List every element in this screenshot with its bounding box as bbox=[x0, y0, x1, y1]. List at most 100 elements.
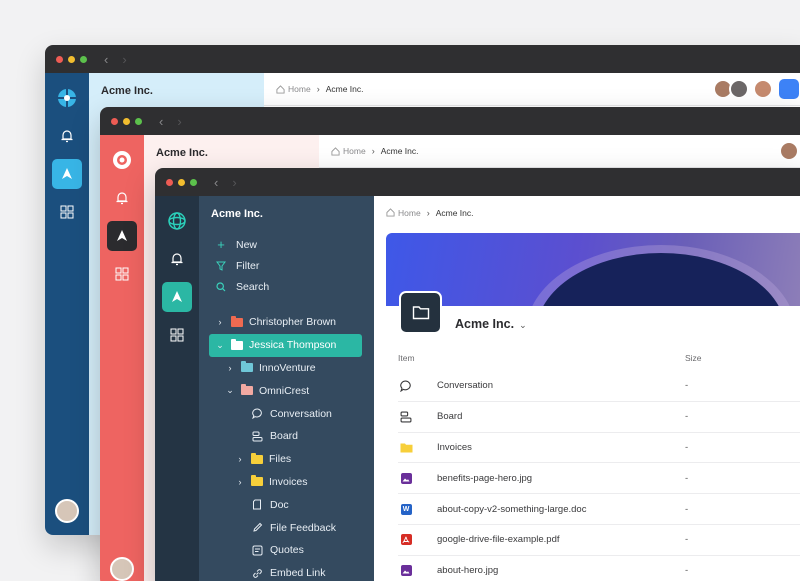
row-size: - bbox=[685, 534, 689, 546]
close-window-button[interactable] bbox=[56, 55, 63, 63]
tree-item-christopher-brown[interactable]: › Christopher Brown bbox=[209, 311, 362, 334]
chevron-down-icon: ⌄ bbox=[519, 320, 527, 330]
home-icon bbox=[276, 84, 285, 94]
tree-item-files[interactable]: › Files bbox=[209, 448, 362, 471]
bell-icon[interactable] bbox=[162, 244, 192, 274]
table-row[interactable]: Board - bbox=[398, 402, 800, 433]
row-name: Invoices bbox=[437, 441, 472, 453]
minimize-window-button[interactable] bbox=[68, 55, 75, 63]
workspace-dropdown[interactable]: Acme Inc. ⌄ bbox=[455, 317, 527, 331]
avatar[interactable] bbox=[779, 141, 799, 161]
chevron-right-icon[interactable]: › bbox=[235, 454, 245, 464]
workspace-folder-icon bbox=[399, 291, 442, 334]
folder-icon bbox=[251, 475, 263, 487]
breadcrumb: Home › Acme Inc. bbox=[319, 135, 800, 168]
rocket-icon[interactable] bbox=[52, 159, 82, 189]
back-arrow-icon[interactable]: ‹ bbox=[214, 175, 218, 190]
folder-icon bbox=[251, 452, 263, 464]
forward-arrow-icon[interactable]: › bbox=[122, 52, 126, 67]
back-arrow-icon[interactable]: ‹ bbox=[104, 52, 108, 67]
board-icon bbox=[399, 410, 413, 424]
filter-label: Filter bbox=[236, 259, 260, 272]
rocket-icon[interactable] bbox=[162, 282, 192, 312]
tree-item-label: Embed Link bbox=[270, 567, 326, 580]
rocket-icon[interactable] bbox=[107, 221, 137, 251]
row-name: about-hero.jpg bbox=[437, 565, 499, 577]
new-button[interactable]: + New bbox=[215, 234, 269, 255]
table-row[interactable]: benefits-page-hero.jpg - bbox=[398, 463, 800, 495]
side-panel: Acme Inc. + New Filter Search › Christop… bbox=[199, 196, 374, 581]
close-window-button[interactable] bbox=[111, 117, 118, 125]
table-row[interactable]: about-hero.jpg - bbox=[398, 556, 800, 581]
tree-item-omnicrest[interactable]: ⌄ OmniCrest bbox=[209, 379, 362, 402]
tree-item-jessica-thompson[interactable]: ⌄ Jessica Thompson bbox=[209, 333, 362, 357]
chevron-right-icon: › bbox=[316, 84, 320, 94]
maximize-window-button[interactable] bbox=[190, 178, 197, 186]
main-content: Acme Inc. ⌄ Item Size Conversation - Boar… bbox=[386, 229, 800, 581]
table-row[interactable]: google-drive-file-example.pdf - bbox=[398, 525, 800, 556]
minimize-window-button[interactable] bbox=[123, 117, 130, 125]
icon-rail bbox=[45, 73, 89, 535]
chevron-right-icon[interactable]: › bbox=[215, 317, 225, 327]
breadcrumb-home[interactable]: Home bbox=[398, 208, 421, 218]
row-size: - bbox=[685, 565, 689, 577]
avatar[interactable] bbox=[729, 79, 749, 99]
tree-item-quotes[interactable]: Quotes bbox=[209, 539, 362, 562]
avatar[interactable] bbox=[753, 79, 773, 99]
filter-button[interactable]: Filter bbox=[215, 255, 269, 276]
share-button[interactable] bbox=[779, 79, 799, 99]
tree-item-board[interactable]: Board bbox=[209, 425, 362, 448]
row-size: - bbox=[685, 503, 689, 515]
back-arrow-icon[interactable]: ‹ bbox=[159, 114, 163, 129]
grid-icon[interactable] bbox=[107, 259, 137, 289]
tree-item-conversation[interactable]: Conversation bbox=[209, 402, 362, 425]
column-item[interactable]: Item bbox=[398, 353, 415, 363]
tree-item-label: File Feedback bbox=[270, 521, 336, 534]
plus-icon: + bbox=[217, 237, 225, 252]
breadcrumb-home[interactable]: Home bbox=[343, 146, 366, 156]
folder-icon bbox=[241, 361, 253, 373]
bell-icon[interactable] bbox=[52, 121, 82, 151]
forward-arrow-icon[interactable]: › bbox=[177, 114, 181, 129]
tree-item-label: Christopher Brown bbox=[249, 316, 336, 329]
table-row[interactable]: Conversation - bbox=[398, 371, 800, 402]
grid-icon[interactable] bbox=[52, 197, 82, 227]
user-avatar[interactable] bbox=[55, 499, 79, 523]
search-button[interactable]: Search bbox=[215, 276, 269, 297]
tree-item-innoventure[interactable]: › InnoVenture bbox=[209, 357, 362, 380]
row-size: - bbox=[685, 472, 689, 484]
tree-item-label: OmniCrest bbox=[259, 384, 310, 397]
chevron-down-icon[interactable]: ⌄ bbox=[225, 385, 235, 396]
image-file-icon bbox=[399, 564, 413, 578]
cover-image bbox=[386, 233, 800, 306]
folder-tree: › Christopher Brown ⌄ Jessica Thompson ›… bbox=[209, 311, 362, 581]
table-row[interactable]: Invoices - bbox=[398, 433, 800, 464]
tree-item-file-feedback[interactable]: File Feedback bbox=[209, 516, 362, 539]
filter-icon bbox=[215, 261, 227, 271]
tree-item-invoices[interactable]: › Invoices bbox=[209, 471, 362, 494]
chevron-right-icon[interactable]: › bbox=[225, 363, 235, 373]
tree-item-doc[interactable]: Doc bbox=[209, 493, 362, 516]
grid-icon[interactable] bbox=[162, 320, 192, 350]
tree-item-label: Jessica Thompson bbox=[249, 339, 337, 352]
chevron-right-icon[interactable]: › bbox=[235, 477, 245, 487]
forward-arrow-icon[interactable]: › bbox=[232, 175, 236, 190]
image-badge bbox=[400, 472, 412, 484]
minimize-window-button[interactable] bbox=[178, 178, 185, 186]
chevron-down-icon[interactable]: ⌄ bbox=[215, 340, 225, 351]
column-size[interactable]: Size bbox=[685, 353, 702, 363]
user-avatar[interactable] bbox=[110, 557, 134, 581]
close-window-button[interactable] bbox=[166, 178, 173, 186]
icon-rail bbox=[155, 196, 199, 581]
word-file-icon: W bbox=[399, 502, 413, 516]
workspace-title: Acme Inc. bbox=[101, 85, 153, 97]
member-avatars bbox=[779, 141, 799, 161]
search-icon bbox=[215, 281, 227, 292]
bell-icon[interactable] bbox=[107, 183, 137, 213]
breadcrumb-home[interactable]: Home bbox=[288, 84, 311, 94]
row-name: Conversation bbox=[437, 380, 493, 392]
maximize-window-button[interactable] bbox=[135, 117, 142, 125]
table-row[interactable]: W about-copy-v2-something-large.doc - bbox=[398, 494, 800, 525]
maximize-window-button[interactable] bbox=[80, 55, 87, 63]
tree-item-embed-link[interactable]: Embed Link bbox=[209, 562, 362, 581]
